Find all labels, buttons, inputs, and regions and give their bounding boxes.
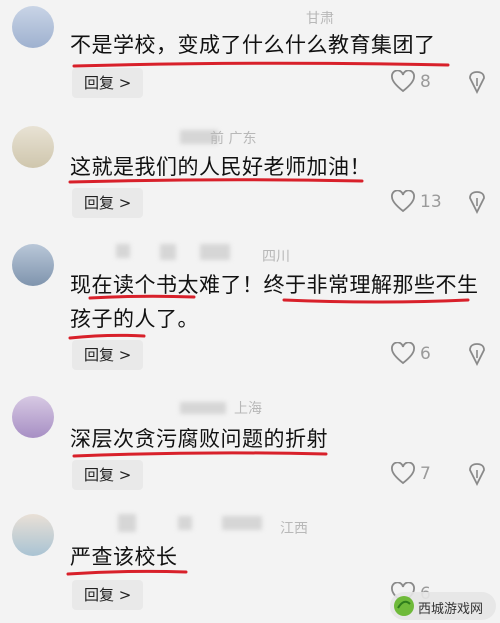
heart-icon[interactable] [390, 462, 416, 486]
heart-icon[interactable] [390, 342, 416, 366]
like-count: 13 [420, 192, 442, 212]
like-count: 7 [420, 464, 431, 484]
reply-button[interactable]: 回复 > [72, 68, 144, 98]
reply-button[interactable]: 回复 > [72, 460, 144, 490]
comment-location: 前 广东 [210, 131, 257, 147]
reply-button[interactable]: 回复 > [72, 340, 144, 370]
comment-location: 上海 [234, 401, 262, 417]
comment-text: 不是学校，变成了什么什么教育集团了 [70, 33, 436, 57]
avatar[interactable] [12, 244, 54, 286]
like-count: 8 [420, 72, 431, 92]
red-underline [72, 451, 328, 458]
comment-location: 甘肃 [306, 11, 334, 27]
comment-location: 江西 [280, 521, 308, 537]
blurred-username [118, 514, 136, 532]
thumbs-down-icon[interactable] [466, 190, 488, 214]
reply-button[interactable]: 回复 > [72, 580, 144, 610]
thumbs-down-icon[interactable] [466, 342, 488, 366]
blurred-username [200, 244, 230, 260]
avatar[interactable] [12, 126, 54, 168]
watermark: 西城游戏网 [390, 592, 496, 620]
heart-icon[interactable] [390, 190, 416, 214]
comment-location: 四川 [262, 249, 290, 265]
reply-button[interactable]: 回复 > [72, 188, 144, 218]
blurred-username [116, 244, 130, 258]
avatar[interactable] [12, 396, 54, 438]
red-underline [88, 294, 196, 300]
avatar[interactable] [12, 6, 54, 48]
red-underline [66, 569, 188, 576]
red-underline [282, 298, 470, 304]
red-underline [68, 178, 364, 184]
avatar[interactable] [12, 514, 54, 556]
watermark-text: 西城游戏网 [418, 602, 484, 617]
blurred-username [180, 402, 226, 414]
thumbs-down-icon[interactable] [466, 462, 488, 486]
heart-icon[interactable] [390, 70, 416, 94]
like-count: 6 [420, 344, 431, 364]
blurred-username [178, 516, 192, 530]
thumbs-down-icon[interactable] [466, 70, 488, 94]
blurred-username [160, 244, 176, 260]
blurred-username [222, 516, 262, 530]
